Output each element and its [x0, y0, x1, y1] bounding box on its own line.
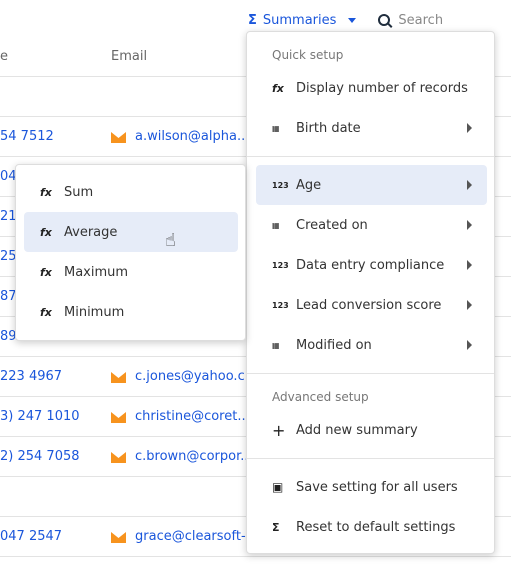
divider — [247, 156, 494, 157]
phone-link[interactable]: 2) 254 7058 — [0, 449, 80, 464]
phone-link[interactable]: 3) 247 1010 — [0, 409, 80, 424]
calendar-clock-icon: ▦ — [272, 220, 280, 230]
search-icon — [378, 14, 391, 26]
quick-setup-heading: Quick setup — [272, 48, 344, 62]
sigma-reset-icon: Σ — [272, 520, 280, 534]
chevron-right-icon — [467, 300, 472, 310]
email-link[interactable]: a.wilson@alpha... — [135, 129, 249, 144]
search-placeholder: Search — [398, 12, 444, 28]
chevron-right-icon — [467, 123, 472, 133]
phone-link[interactable]: 047 2547 — [0, 529, 62, 544]
hand-cursor-icon: ☝ — [165, 230, 176, 251]
email-link[interactable]: grace@clearsoft-... — [135, 529, 258, 544]
menu-item-display-number[interactable]: fx Display number of records — [256, 68, 487, 108]
mail-icon[interactable] — [111, 372, 126, 383]
calendar-clock-icon: ▦ — [272, 340, 280, 350]
menu-item-lead-conversion-score[interactable]: 123 Lead conversion score — [256, 285, 487, 325]
fx-icon: fx — [272, 81, 284, 95]
divider — [247, 458, 494, 459]
sigma-icon: Σ — [248, 12, 257, 28]
mail-icon[interactable] — [111, 532, 126, 543]
advanced-setup-heading: Advanced setup — [272, 390, 369, 404]
mail-icon[interactable] — [111, 132, 126, 143]
chevron-right-icon — [467, 340, 472, 350]
fx-icon: fx — [40, 305, 52, 319]
menu-item-age[interactable]: 123 Age — [256, 165, 487, 205]
email-link[interactable]: c.jones@yahoo.c... — [135, 369, 257, 384]
summaries-menu: Quick setup fx Display number of records … — [246, 31, 495, 554]
number-icon: 123 — [272, 260, 289, 270]
menu-item-birth-date[interactable]: ▦ Birth date — [256, 108, 487, 148]
menu-item-add-summary[interactable]: + Add new summary — [256, 410, 487, 450]
submenu-item-minimum[interactable]: fx Minimum — [24, 292, 238, 332]
column-header-email[interactable]: Email — [111, 49, 147, 64]
phone-link[interactable]: 54 7512 — [0, 129, 54, 144]
menu-item-created-on[interactable]: ▦ Created on — [256, 205, 487, 245]
fx-icon: fx — [40, 225, 52, 239]
chevron-right-icon — [467, 180, 472, 190]
submenu-item-average[interactable]: fx Average — [24, 212, 238, 252]
menu-item-save-setting[interactable]: ▣ Save setting for all users — [256, 467, 487, 507]
number-icon: 123 — [272, 180, 289, 190]
menu-item-data-entry-compliance[interactable]: 123 Data entry compliance — [256, 245, 487, 285]
menu-item-reset[interactable]: Σ Reset to default settings — [256, 507, 487, 547]
email-link[interactable]: c.brown@corpor... — [135, 449, 253, 464]
search-field[interactable]: Search — [378, 13, 443, 28]
age-submenu: fx Sum fx Average fx Maximum fx Minimum — [15, 164, 246, 341]
mail-icon[interactable] — [111, 412, 126, 423]
column-header-phone[interactable]: e — [0, 49, 8, 64]
fx-icon: fx — [40, 265, 52, 279]
number-icon: 123 — [272, 300, 289, 310]
plus-icon: + — [272, 420, 286, 440]
summaries-label: Summaries — [262, 12, 337, 28]
save-icon: ▣ — [272, 480, 284, 494]
submenu-item-sum[interactable]: fx Sum — [24, 172, 238, 212]
caret-down-icon — [348, 17, 357, 23]
fx-icon: fx — [40, 185, 52, 199]
divider — [247, 373, 494, 374]
menu-item-modified-on[interactable]: ▦ Modified on — [256, 325, 487, 365]
phone-link[interactable]: 223 4967 — [0, 369, 62, 384]
email-link[interactable]: christine@coret... — [135, 409, 250, 424]
toolbar: Σ Summaries Search — [248, 10, 443, 30]
submenu-item-maximum[interactable]: fx Maximum — [24, 252, 238, 292]
mail-icon[interactable] — [111, 452, 126, 463]
summaries-button[interactable]: Σ Summaries — [248, 12, 357, 28]
chevron-right-icon — [467, 220, 472, 230]
calendar-icon: ▦ — [272, 123, 280, 133]
chevron-right-icon — [467, 260, 472, 270]
